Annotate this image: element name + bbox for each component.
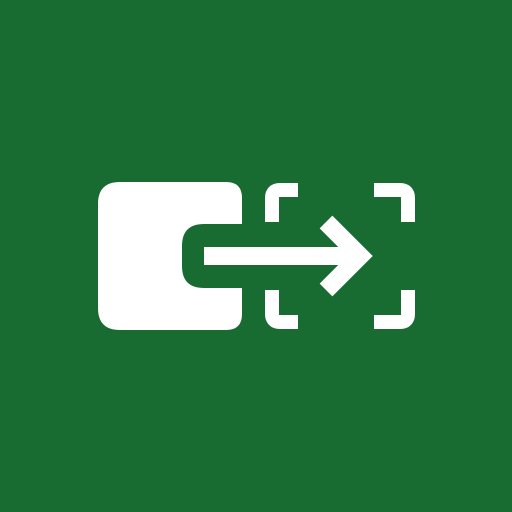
move-to-frame-icon: [0, 0, 512, 512]
app-icon-tile: [0, 0, 512, 512]
